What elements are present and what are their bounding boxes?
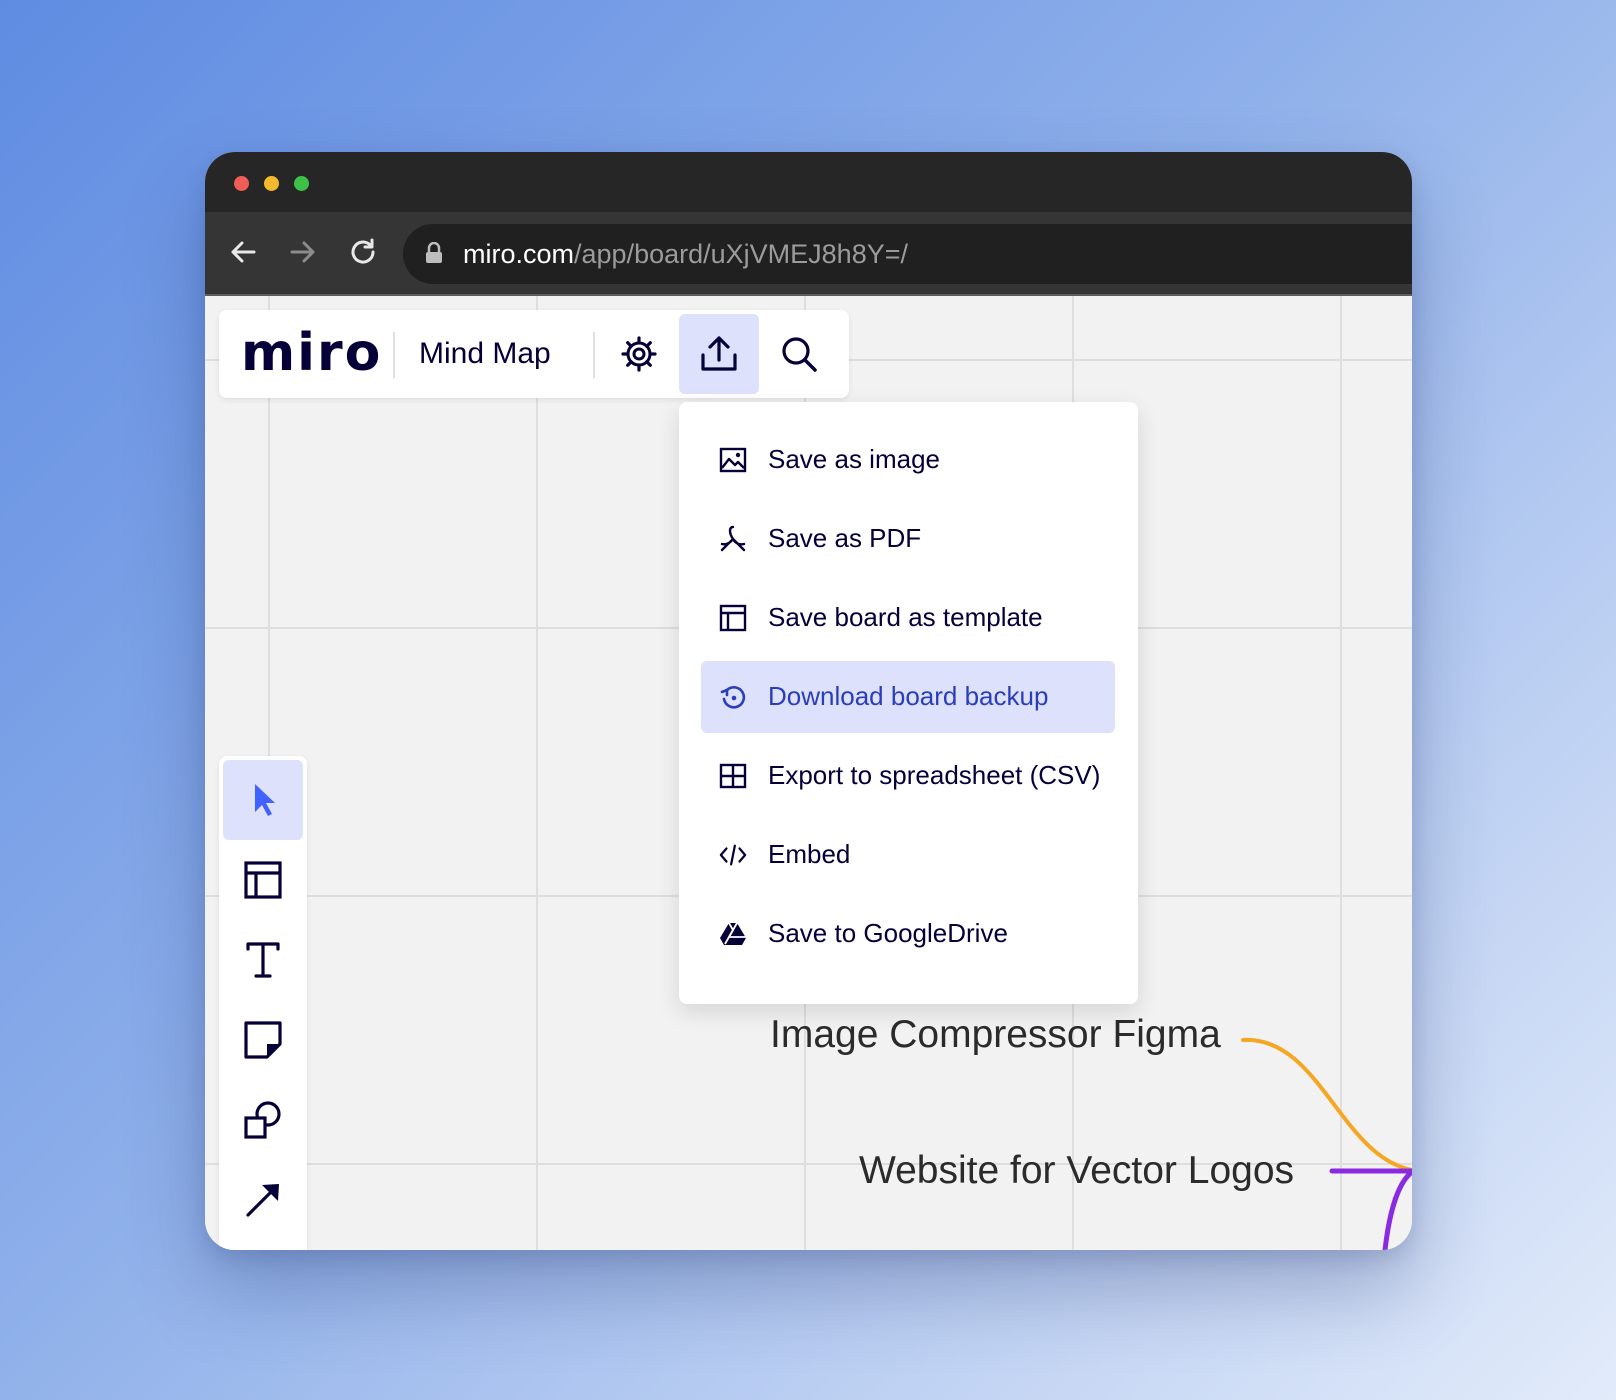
mindmap-node-vector-logos[interactable]: Website for Vector Logos [859, 1148, 1294, 1194]
text-tool[interactable] [223, 920, 303, 1000]
creation-toolbar [219, 756, 307, 1250]
url-text: miro.com/app/board/uXjVMEJ8h8Y=/ [463, 237, 908, 271]
menu-item-download-board-backup[interactable]: Download board backup [701, 661, 1115, 733]
close-window-button[interactable] [234, 176, 249, 191]
mindmap-node-image-compressor[interactable]: Image Compressor Figma [770, 1012, 1221, 1058]
menu-item-label: Export to spreadsheet (CSV) [768, 760, 1101, 790]
search-icon [782, 337, 817, 372]
back-button[interactable] [223, 232, 263, 272]
divider [393, 332, 395, 378]
lock-icon [426, 242, 442, 263]
spreadsheet-icon [719, 762, 747, 790]
menu-item-label: Save board as template [768, 602, 1043, 632]
connector-branch-lower [1382, 1169, 1412, 1250]
export-button[interactable] [679, 314, 759, 394]
image-icon [719, 446, 747, 474]
title-bar [205, 152, 1412, 212]
browser-toolbar: miro.com/app/board/uXjVMEJ8h8Y=/ [205, 212, 1412, 296]
sticky-note-tool[interactable] [223, 1000, 303, 1080]
menu-item-label: Embed [768, 839, 851, 869]
upload-icon [701, 336, 737, 371]
menu-item-embed[interactable]: Embed [701, 819, 1115, 891]
settings-button[interactable] [599, 314, 679, 394]
menu-item-export-to-spreadsheet[interactable]: Export to spreadsheet (CSV) [701, 740, 1115, 812]
sticky-note-icon [244, 1021, 282, 1059]
miro-logo[interactable]: miro [241, 318, 382, 388]
pdf-icon [719, 525, 747, 553]
shapes-icon [244, 1101, 281, 1139]
menu-item-save-as-image[interactable]: Save as image [701, 424, 1115, 496]
google-drive-icon [719, 920, 747, 948]
forward-button[interactable] [283, 232, 323, 272]
template-icon [719, 604, 747, 632]
text-icon [246, 942, 280, 978]
menu-item-label: Save as PDF [768, 523, 922, 553]
search-button[interactable] [759, 314, 839, 394]
url-host: miro.com [463, 239, 575, 269]
select-tool[interactable] [223, 760, 303, 840]
arrow-tool[interactable] [223, 1160, 303, 1240]
code-icon [719, 841, 747, 869]
board-name[interactable]: Mind Map [419, 336, 551, 372]
export-menu: Save as image Save as PDF Save board as … [679, 402, 1138, 1004]
arrow-icon [246, 1184, 279, 1217]
reload-icon [351, 238, 375, 264]
reload-button[interactable] [343, 232, 383, 272]
arrow-left-icon [231, 241, 256, 263]
shapes-tool[interactable] [223, 1080, 303, 1160]
divider [593, 332, 595, 378]
menu-item-save-to-googledrive[interactable]: Save to GoogleDrive [701, 898, 1115, 970]
minimize-window-button[interactable] [264, 176, 279, 191]
frame-icon [244, 861, 282, 899]
gear-icon [621, 336, 657, 372]
browser-window: miro.com/app/board/uXjVMEJ8h8Y=/ Image C… [205, 152, 1412, 1250]
menu-item-save-board-as-template[interactable]: Save board as template [701, 582, 1115, 654]
menu-item-save-as-pdf[interactable]: Save as PDF [701, 503, 1115, 575]
cursor-icon [255, 784, 275, 816]
menu-item-label: Save as image [768, 444, 940, 474]
frame-tool[interactable] [223, 840, 303, 920]
arrow-right-icon [290, 241, 315, 263]
board-header: miro Mind Map [219, 310, 849, 398]
address-bar[interactable]: miro.com/app/board/uXjVMEJ8h8Y=/ [403, 224, 1412, 284]
menu-item-label: Save to GoogleDrive [768, 918, 1008, 948]
board-canvas[interactable]: Image Compressor Figma Website for Vecto… [205, 296, 1412, 1250]
menu-item-label: Download board backup [768, 681, 1049, 711]
backup-icon [719, 683, 747, 711]
maximize-window-button[interactable] [294, 176, 309, 191]
url-path: /app/board/uXjVMEJ8h8Y=/ [574, 239, 908, 269]
